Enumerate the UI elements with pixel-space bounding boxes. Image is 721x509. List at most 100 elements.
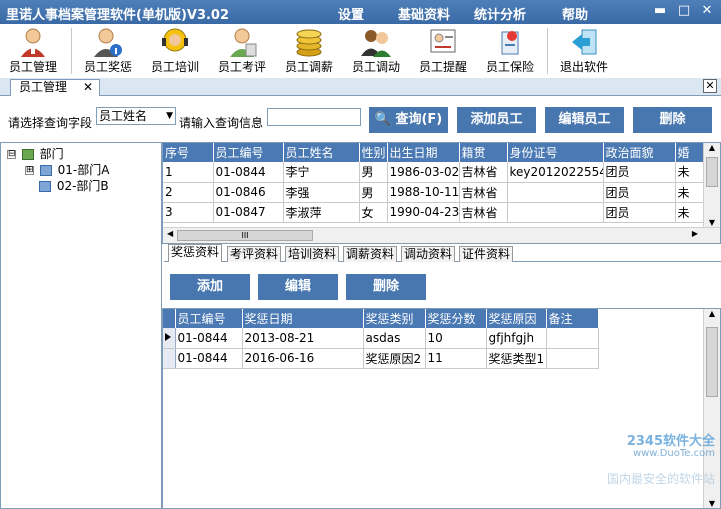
table-row[interactable]: 01-0844 2016-06-16 奖惩原因2 11 奖惩类型1	[163, 348, 599, 369]
table-cell: 团员	[603, 202, 676, 223]
table-row[interactable]: 01-0844 2013-08-21 asdas 10 gfjhfgjh	[163, 328, 599, 349]
tree-root[interactable]: ⊟ 部门	[7, 145, 64, 162]
table-cell: 2016-06-16	[242, 348, 364, 369]
row-indicator-header	[163, 309, 176, 328]
toolbar-employee-transfer[interactable]: 员工调动	[343, 24, 409, 78]
search-button-label: 查询(F)	[395, 112, 443, 127]
tree-node-department-a[interactable]: ⊞ 01-部门A	[25, 161, 109, 178]
column-header[interactable]: 籍贯	[459, 143, 508, 162]
scroll-down-icon[interactable]: ▼	[704, 218, 720, 227]
query-input[interactable]	[267, 108, 361, 126]
column-header[interactable]: 身份证号	[507, 143, 604, 162]
scroll-thumb[interactable]	[706, 327, 718, 397]
column-header[interactable]: 出生日期	[387, 143, 460, 162]
rewards-grid-header: 员工编号 奖惩日期 奖惩类别 奖惩分数 奖惩原因 备注	[163, 309, 599, 328]
toolbar-label: 员工培训	[150, 60, 199, 74]
column-header[interactable]: 备注	[546, 309, 599, 328]
menu-statistics[interactable]: 统计分析	[474, 4, 526, 23]
query-field-label: 请选择查询字段	[8, 116, 93, 130]
tab-reviews[interactable]: 考评资料	[227, 246, 282, 262]
delete-employee-button[interactable]: 删除	[633, 107, 712, 133]
search-button[interactable]: 🔍 查询(F)	[369, 107, 448, 133]
column-header[interactable]: 奖惩类别	[363, 309, 426, 328]
toolbar-separator	[547, 28, 548, 74]
table-cell: 吉林省	[459, 202, 508, 223]
detail-tabs: 奖惩资料 考评资料 培训资料 调薪资料 调动资料 证件资料	[164, 244, 721, 262]
toolbar-employee-management[interactable]: 员工管理	[0, 24, 66, 78]
scroll-up-icon[interactable]: ▲	[704, 143, 720, 152]
close-all-tabs-icon[interactable]: ✕	[703, 79, 717, 93]
table-cell: 李宁	[283, 162, 360, 183]
column-header[interactable]: 婚	[675, 143, 704, 162]
table-row[interactable]: 3 01-0847 李淑萍 女 1990-04-23 吉林省 团员 未	[163, 202, 704, 223]
tab-rewards[interactable]: 奖惩资料	[168, 244, 223, 262]
table-cell: 2	[163, 182, 214, 203]
column-header[interactable]: 序号	[163, 143, 214, 162]
table-row[interactable]: 2 01-0846 李强 男 1988-10-11 吉林省 团员 未	[163, 182, 704, 203]
close-icon[interactable]: ✕	[700, 4, 714, 18]
person-review-icon	[226, 26, 258, 58]
tab-certificates[interactable]: 证件资料	[459, 246, 514, 262]
add-record-button[interactable]: 添加	[170, 274, 250, 300]
column-header[interactable]: 奖惩原因	[486, 309, 547, 328]
toolbar-employee-rewards[interactable]: 员工奖惩	[75, 24, 141, 78]
table-cell: 吉林省	[459, 182, 508, 203]
edit-employee-button[interactable]: 编辑员工	[545, 107, 624, 133]
table-cell	[546, 348, 599, 369]
table-cell: 男	[359, 162, 388, 183]
scroll-right-icon[interactable]: ▶	[692, 229, 698, 238]
table-cell: 未	[675, 162, 704, 183]
menu-help[interactable]: 帮助	[562, 4, 588, 23]
expand-icon[interactable]: ⊞	[25, 166, 34, 175]
query-field-select[interactable]: 员工姓名 ▼	[96, 107, 176, 125]
minimize-icon[interactable]: ▬	[653, 4, 667, 18]
scroll-left-icon[interactable]: ◀	[167, 229, 173, 238]
table-row[interactable]: 1 01-0844 李宁 男 1986-03-02 吉林省 key2012022…	[163, 162, 704, 183]
toolbar-employee-insurance[interactable]: 员工保险	[477, 24, 543, 78]
toolbar-employee-reminder[interactable]: 员工提醒	[410, 24, 476, 78]
table-cell: 奖惩原因2	[363, 348, 426, 369]
toolbar: 员工管理 员工奖惩 员工培训 员工考评 员工调薪 员工调动 员工提醒 员工保险 …	[0, 24, 721, 78]
scroll-thumb[interactable]	[706, 157, 718, 187]
add-employee-button[interactable]: 添加员工	[457, 107, 536, 133]
tree-root-label: 部门	[39, 147, 64, 161]
toolbar-employee-review[interactable]: 员工考评	[209, 24, 275, 78]
column-header[interactable]: 政治面貌	[603, 143, 676, 162]
toolbar-label: 退出软件	[559, 60, 608, 74]
table-cell: 1988-10-11	[387, 182, 460, 203]
scroll-up-icon[interactable]: ▲	[704, 309, 720, 318]
column-header[interactable]: 员工姓名	[283, 143, 360, 162]
table-cell: 团员	[603, 182, 676, 203]
tree-node-department-b[interactable]: 02-部门B	[37, 177, 109, 194]
employee-grid-vertical-scrollbar[interactable]: ▲ ▼	[703, 143, 720, 227]
column-header[interactable]: 性别	[359, 143, 388, 162]
tab-close-icon[interactable]: ✕	[83, 80, 93, 95]
menu-basic-data[interactable]: 基础资料	[398, 4, 450, 23]
menu-settings[interactable]: 设置	[338, 4, 364, 23]
tab-salary[interactable]: 调薪资料	[343, 246, 398, 262]
edit-record-button[interactable]: 编辑	[258, 274, 338, 300]
scroll-down-icon[interactable]: ▼	[704, 499, 720, 508]
table-cell: 李淑萍	[283, 202, 360, 223]
toolbar-employee-salary[interactable]: 员工调薪	[276, 24, 342, 78]
tab-employee-management[interactable]: 员工管理 ✕	[10, 79, 100, 96]
column-header[interactable]: 员工编号	[213, 143, 284, 162]
table-cell: 01-0847	[213, 202, 284, 223]
scroll-thumb[interactable]: III	[177, 230, 313, 241]
maximize-icon[interactable]: □	[677, 4, 691, 18]
employee-grid-horizontal-scrollbar[interactable]: ◀ III ▶	[163, 227, 720, 243]
column-header[interactable]: 员工编号	[175, 309, 243, 328]
toolbar-employee-training[interactable]: 员工培训	[142, 24, 208, 78]
headset-person-icon	[159, 26, 191, 58]
table-cell: key2012022554	[507, 162, 604, 183]
column-header[interactable]: 奖惩日期	[242, 309, 364, 328]
tab-training[interactable]: 培训资料	[285, 246, 340, 262]
toolbar-exit[interactable]: 退出软件	[551, 24, 617, 78]
employee-grid: 序号 员工编号 员工姓名 性别 出生日期 籍贯 身份证号 政治面貌 婚 1 01…	[162, 142, 721, 244]
collapse-icon[interactable]: ⊟	[7, 150, 16, 159]
department-icon	[21, 149, 34, 160]
tab-transfer[interactable]: 调动资料	[401, 246, 456, 262]
column-header[interactable]: 奖惩分数	[425, 309, 487, 328]
delete-record-button[interactable]: 删除	[346, 274, 426, 300]
table-cell: 3	[163, 202, 214, 223]
